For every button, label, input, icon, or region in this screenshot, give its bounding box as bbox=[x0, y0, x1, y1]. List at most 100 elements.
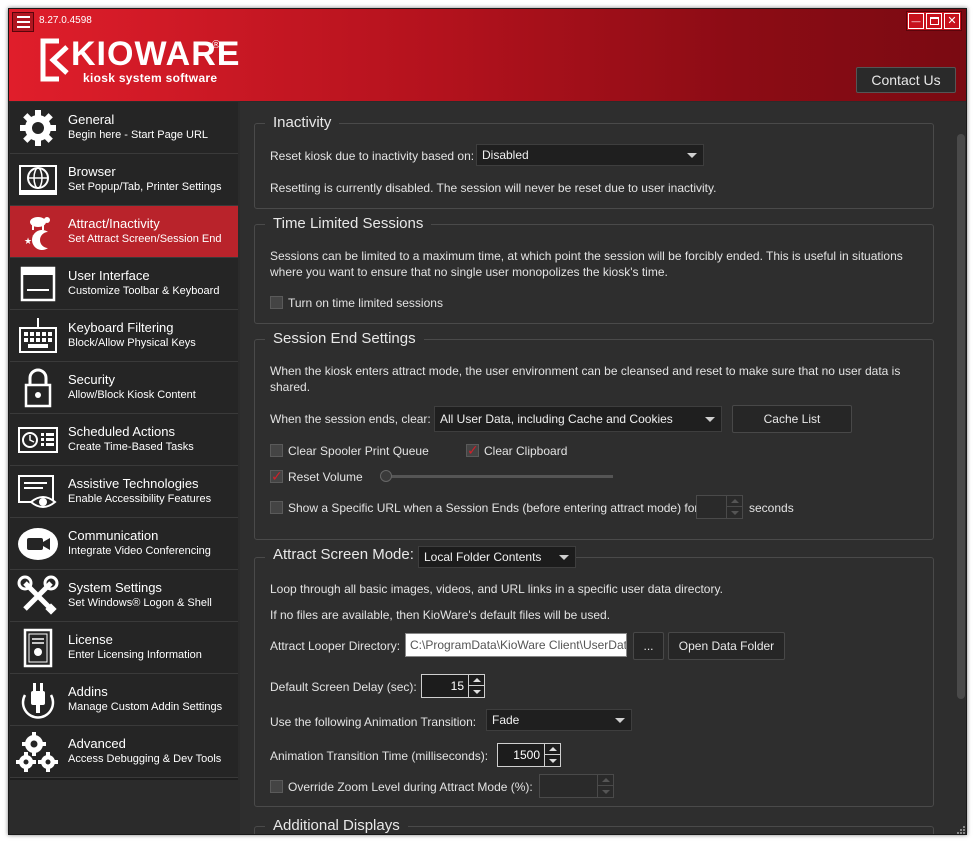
cache-list-button[interactable]: Cache List bbox=[732, 405, 852, 433]
gears-icon bbox=[15, 729, 61, 775]
scrollbar-thumb[interactable] bbox=[957, 134, 965, 699]
volume-slider-track[interactable] bbox=[380, 475, 613, 478]
chevron-down-icon bbox=[705, 417, 715, 422]
sidebar-item-subtitle: Allow/Block Kiosk Content bbox=[68, 389, 196, 401]
stepper-up-icon[interactable] bbox=[544, 744, 560, 755]
group-title: Time Limited Sessions bbox=[265, 215, 432, 232]
sidebar-item-title: Communication bbox=[68, 528, 159, 543]
hamburger-menu-icon[interactable] bbox=[12, 12, 34, 32]
session-end-group: Session End Settings When the kiosk ente… bbox=[254, 330, 934, 540]
sidebar-item-title: Addins bbox=[68, 684, 108, 699]
minimize-button[interactable]: — bbox=[908, 13, 924, 29]
open-data-folder-button[interactable]: Open Data Folder bbox=[668, 632, 785, 660]
attract-dir-label: Attract Looper Directory: bbox=[270, 639, 401, 653]
clipboard-label: Clear Clipboard bbox=[484, 444, 568, 458]
transition-label: Use the following Animation Transition: bbox=[270, 715, 477, 729]
session-end-desc-2: shared. bbox=[270, 380, 311, 394]
inactivity-group: Inactivity Reset kiosk due to inactivity… bbox=[254, 114, 934, 209]
reset-dropdown[interactable]: Disabled bbox=[476, 144, 704, 166]
sidebar-item-general[interactable]: General Begin here - Start Page URL bbox=[10, 102, 238, 154]
seconds-label: seconds bbox=[749, 501, 794, 515]
spooler-label: Clear Spooler Print Queue bbox=[288, 444, 429, 458]
sidebar-item-addins[interactable]: Addins Manage Custom Addin Settings bbox=[10, 674, 238, 726]
sidebar-item-system-settings[interactable]: System Settings Set Windows® Logon & Shel… bbox=[10, 570, 238, 622]
additional-displays-group: Additional Displays bbox=[254, 817, 934, 834]
sidebar-item-user-interface[interactable]: User Interface Customize Toolbar & Keyboa… bbox=[10, 258, 238, 310]
vertical-scrollbar[interactable] bbox=[957, 122, 965, 822]
time-limited-label: Turn on time limited sessions bbox=[288, 296, 443, 310]
group-title: Additional Displays bbox=[265, 817, 408, 834]
group-title: Attract Screen Mode: bbox=[265, 546, 422, 563]
attract-group: Attract Screen Mode: Local Folder Conten… bbox=[254, 546, 934, 807]
clear-dropdown[interactable]: All User Data, including Cache and Cooki… bbox=[434, 406, 722, 432]
browse-button[interactable]: ... bbox=[633, 632, 664, 660]
sidebar-item-browser[interactable]: Browser Set Popup/Tab, Printer Settings bbox=[10, 154, 238, 206]
sidebar-item-title: Security bbox=[68, 372, 115, 387]
inactivity-status: Resetting is currently disabled. The ses… bbox=[270, 181, 717, 195]
time-limited-group: Time Limited Sessions Sessions can be li… bbox=[254, 215, 934, 324]
logo-tagline: kiosk system software bbox=[83, 71, 218, 85]
browser-icon bbox=[15, 157, 61, 203]
maximize-button[interactable] bbox=[926, 13, 942, 29]
transition-time-label: Animation Transition Time (milliseconds)… bbox=[270, 749, 489, 763]
resize-grip-icon[interactable] bbox=[955, 824, 965, 834]
sidebar-item-advanced[interactable]: Advanced Access Debugging & Dev Tools bbox=[10, 726, 238, 778]
sidebar-item-license[interactable]: License Enter Licensing Information bbox=[10, 622, 238, 674]
sidebar-item-security[interactable]: Security Allow/Block Kiosk Content bbox=[10, 362, 238, 414]
sidebar-item-subtitle: Block/Allow Physical Keys bbox=[68, 337, 196, 349]
attract-mode-value: Local Folder Contents bbox=[424, 550, 542, 564]
stepper-down-icon[interactable] bbox=[726, 507, 742, 518]
transition-time-value: 1500 bbox=[513, 748, 540, 762]
time-limited-checkbox[interactable] bbox=[270, 296, 283, 309]
sidebar-item-subtitle: Customize Toolbar & Keyboard bbox=[68, 285, 220, 297]
sidebar-item-scheduled-actions[interactable]: Scheduled Actions Create Time-Based Tasks bbox=[10, 414, 238, 466]
sidebar-item-subtitle: Enable Accessibility Features bbox=[68, 493, 212, 505]
settings-panel: Inactivity Reset kiosk due to inactivity… bbox=[240, 102, 966, 834]
zoom-override-checkbox[interactable] bbox=[270, 780, 283, 793]
stepper-down-icon[interactable] bbox=[468, 686, 484, 697]
sidebar-item-title: Advanced bbox=[68, 736, 126, 751]
reset-label: Reset kiosk due to inactivity based on: bbox=[270, 149, 475, 163]
app-header: 8.27.0.4598 KIOWARE ® kiosk system softw… bbox=[9, 9, 966, 101]
screen-delay-value: 15 bbox=[450, 679, 464, 693]
transition-time-stepper[interactable]: 1500 bbox=[497, 743, 561, 767]
spooler-checkbox[interactable] bbox=[270, 444, 283, 457]
sidebar-item-assistive-technologies[interactable]: Assistive Technologies Enable Accessibili… bbox=[10, 466, 238, 518]
sidebar-item-communication[interactable]: Communication Integrate Video Conferencin… bbox=[10, 518, 238, 570]
stepper-up-icon[interactable] bbox=[468, 675, 484, 686]
svg-text:★: ★ bbox=[24, 237, 32, 247]
sidebar-item-title: License bbox=[68, 632, 113, 647]
sidebar-item-title: System Settings bbox=[68, 580, 162, 595]
stepper-down-icon[interactable] bbox=[544, 755, 560, 766]
session-url-checkbox[interactable] bbox=[270, 501, 283, 514]
attract-mode-dropdown[interactable]: Local Folder Contents bbox=[418, 546, 576, 568]
close-button[interactable]: ✕ bbox=[944, 13, 960, 29]
zoom-level-stepper[interactable] bbox=[539, 774, 614, 798]
sidebar-item-subtitle: Set Attract Screen/Session End bbox=[68, 233, 222, 245]
plug-icon bbox=[15, 677, 61, 723]
sidebar-item-title: Scheduled Actions bbox=[68, 424, 175, 439]
tools-icon bbox=[15, 573, 61, 619]
sidebar: General Begin here - Start Page URL Brows… bbox=[10, 102, 238, 780]
clipboard-checkbox[interactable] bbox=[466, 442, 479, 459]
sidebar-item-title: Browser bbox=[68, 164, 116, 179]
sidebar-item-keyboard-filtering[interactable]: Keyboard Filtering Block/Allow Physical K… bbox=[10, 310, 238, 362]
transition-dropdown[interactable]: Fade bbox=[486, 709, 632, 731]
contact-us-button[interactable]: Contact Us bbox=[856, 67, 956, 93]
clear-label: When the session ends, clear: bbox=[270, 412, 431, 426]
version-label: 8.27.0.4598 bbox=[39, 15, 92, 26]
svg-text:★: ★ bbox=[32, 233, 37, 240]
group-title: Inactivity bbox=[265, 114, 340, 131]
sidebar-item-attract-inactivity[interactable]: ★ ★ Attract/Inactivity Set Attract Screen/… bbox=[10, 206, 238, 258]
stepper-down-icon[interactable] bbox=[597, 786, 613, 797]
screen-delay-stepper[interactable]: 15 bbox=[421, 674, 485, 698]
session-end-desc-1: When the kiosk enters attract mode, the … bbox=[270, 364, 901, 378]
keyboard-icon bbox=[15, 313, 61, 359]
reset-volume-checkbox[interactable] bbox=[270, 468, 283, 485]
screen-delay-label: Default Screen Delay (sec): bbox=[270, 680, 417, 694]
stepper-up-icon[interactable] bbox=[597, 775, 613, 786]
session-url-seconds-stepper[interactable] bbox=[696, 495, 743, 519]
volume-slider-thumb[interactable] bbox=[380, 470, 392, 482]
stepper-up-icon[interactable] bbox=[726, 496, 742, 507]
attract-dir-input[interactable]: C:\ProgramData\KioWare Client\UserData bbox=[405, 633, 627, 657]
